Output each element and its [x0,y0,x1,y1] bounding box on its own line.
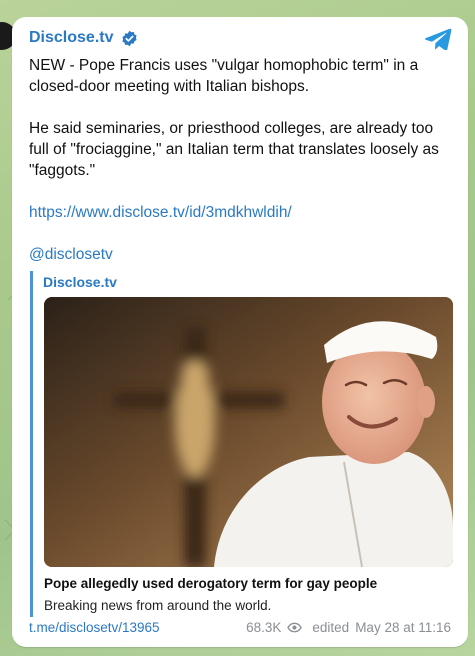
message-header: Disclose.tv [29,29,138,47]
message-meta: 68.3K edited May 28 at 11:16 [246,620,451,635]
telegram-share-icon[interactable] [424,28,452,50]
view-count: 68.3K [246,620,282,635]
eye-icon [287,622,303,633]
verified-badge-icon [122,30,138,46]
article-link[interactable]: https://www.disclose.tv/id/3mdkhwldih/ [29,204,292,221]
post-paragraph-1: NEW - Pope Francis uses "vulgar homophob… [29,57,419,95]
channel-name[interactable]: Disclose.tv [29,29,113,47]
edited-label: edited [312,620,350,635]
message-timestamp: May 28 at 11:16 [355,620,451,635]
link-preview[interactable]: Disclose.tv Pope allegedly used derogato… [30,271,453,617]
preview-photo [44,297,453,567]
message-text: NEW - Pope Francis uses "vulgar homophob… [29,55,449,265]
message-bubble: Disclose.tv NEW - Pope Francis uses "vul… [12,17,468,647]
preview-image[interactable] [44,297,453,567]
post-permalink[interactable]: t.me/disclosetv/13965 [29,620,160,635]
preview-title: Pope allegedly used derogatory term for … [44,576,378,591]
preview-site-name: Disclose.tv [43,274,117,290]
channel-handle-link[interactable]: @disclosetv [29,246,113,263]
post-paragraph-2: He said seminaries, or priesthood colleg… [29,120,439,179]
preview-description: Breaking news from around the world. [44,598,272,613]
